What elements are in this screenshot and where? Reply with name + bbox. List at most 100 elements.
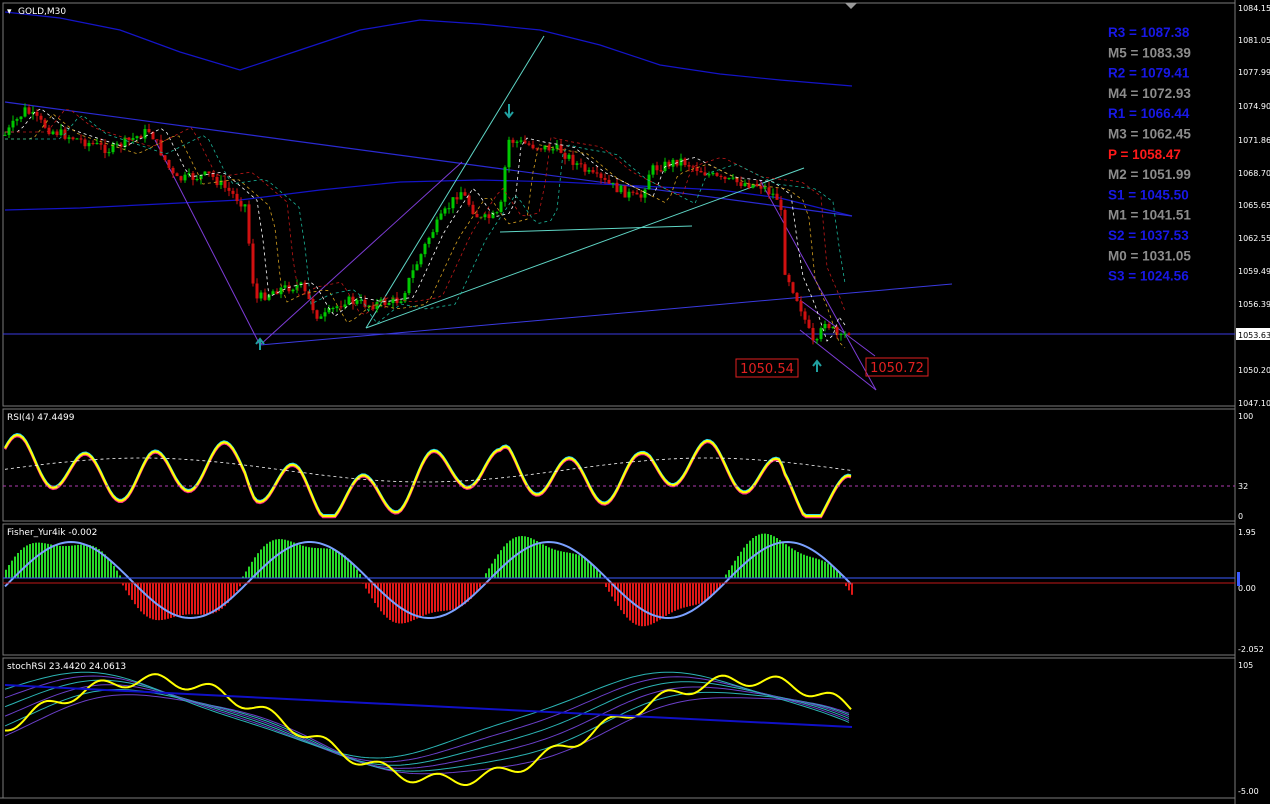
rsi-axis: 100 32 0: [1238, 412, 1253, 521]
fisher-bar: [599, 573, 601, 578]
trendlines[interactable]: [3, 11, 1235, 391]
fisher-bar: [146, 583, 148, 617]
fisher-bar: [551, 548, 553, 578]
fisher-bar: [182, 583, 184, 615]
fisher-value-tag: [1237, 572, 1240, 586]
chart-shift-marker-icon[interactable]: [845, 3, 857, 9]
candle-body: [699, 171, 703, 173]
chart-title-dropdown-icon[interactable]: ▾: [7, 7, 12, 17]
fisher-bar: [791, 548, 793, 578]
svg-text:0.00: 0.00: [1238, 584, 1256, 593]
fisher-bar: [488, 568, 490, 578]
fisher-bar: [437, 583, 439, 612]
fisher-axis: 1.95 0.00 -2.052: [1238, 528, 1264, 654]
candle-body: [15, 119, 19, 121]
fisher-bar: [356, 569, 358, 578]
stochrsi-panel[interactable]: [2, 657, 1236, 799]
candle-body: [91, 142, 95, 144]
candle-body: [223, 180, 227, 188]
candle-body: [563, 152, 567, 159]
candle-body: [475, 213, 479, 218]
candle-body: [731, 177, 735, 179]
candle-body: [515, 141, 519, 143]
fisher-bar: [38, 542, 40, 578]
candle-body: [231, 190, 235, 194]
candle-body: [847, 333, 851, 335]
candle-body: [627, 191, 631, 198]
fisher-bar: [425, 583, 427, 615]
candle-body: [279, 287, 283, 295]
candle-body: [467, 195, 471, 205]
candle-body: [455, 197, 459, 200]
fisher-bar: [572, 553, 574, 578]
svg-text:32: 32: [1238, 482, 1248, 491]
svg-text:1.95: 1.95: [1238, 528, 1256, 537]
candle-body: [123, 137, 127, 147]
fisher-bar: [800, 553, 802, 578]
candle-body: [43, 119, 47, 128]
fisher-bar: [92, 545, 94, 578]
candle-body: [603, 177, 607, 180]
fisher-bar: [557, 550, 559, 578]
candle-body: [323, 312, 327, 317]
candle-body: [251, 243, 255, 284]
fisher-bar: [308, 547, 310, 578]
fisher-bar: [248, 566, 250, 578]
candle-body: [143, 129, 147, 139]
candle-body: [643, 189, 647, 198]
fisher-bar: [647, 583, 649, 626]
candle-body: [459, 192, 463, 200]
candle-body: [571, 154, 575, 165]
fisher-bar: [335, 550, 337, 578]
fisher-bar: [107, 557, 109, 578]
fisher-bar: [758, 534, 760, 578]
zigzag-down-1: [154, 139, 261, 346]
svg-text:1081.05: 1081.05: [1238, 36, 1270, 45]
svg-text:1047.10: 1047.10: [1238, 399, 1270, 408]
candle-body: [135, 136, 139, 139]
candle-body: [783, 209, 787, 275]
fisher-bar: [668, 583, 670, 615]
svg-text:1077.99: 1077.99: [1238, 68, 1270, 77]
fisher-bar: [359, 574, 361, 578]
fisher-bar: [53, 545, 55, 578]
fisher-bar: [284, 539, 286, 578]
fisher-bar: [113, 565, 115, 578]
candle-body: [331, 308, 335, 310]
candle-body: [779, 199, 783, 210]
fisher-bar: [620, 583, 622, 611]
fisher-bar: [755, 535, 757, 578]
rsi-panel[interactable]: [2, 408, 1236, 522]
fisher-bar: [788, 546, 790, 578]
trading-chart[interactable]: 1050.54 1050.72 ▾ GOLD,M30 RSI(4) 47.449…: [0, 0, 1270, 804]
fisher-bar: [785, 544, 787, 578]
fisher-bar: [11, 560, 13, 578]
candle-body: [659, 170, 663, 172]
fisher-bar: [794, 550, 796, 578]
candle-body: [287, 285, 291, 292]
fisher-bar: [605, 583, 607, 588]
fisher-bar: [86, 544, 88, 578]
candle-body: [759, 185, 763, 189]
rsi-title: RSI(4) 47.4499: [7, 413, 75, 423]
fisher-bar: [560, 551, 562, 578]
fisher-bar: [803, 554, 805, 578]
fisher-bar: [737, 556, 739, 578]
price-axis[interactable]: 1084.15 1081.05 1077.99 1074.90 1071.86 …: [1238, 4, 1270, 408]
fisher-bar: [407, 583, 409, 623]
candle-body: [243, 204, 247, 207]
fisher-bar: [701, 583, 703, 603]
candle-body: [819, 328, 823, 340]
fisher-bar: [56, 545, 58, 578]
fisher-bar: [275, 539, 277, 578]
stochrsi-title: stochRSI 23.4420 24.0613: [7, 662, 126, 672]
pivot-label: S3 = 1024.56: [1108, 269, 1189, 284]
fisher-bar: [74, 545, 76, 578]
stochrsi-band-line: [4, 689, 850, 772]
fisher-bar: [368, 583, 370, 594]
price-marker-right: 1050.72: [870, 361, 924, 376]
candle-body: [95, 143, 99, 145]
candle-body: [247, 204, 251, 244]
candle-body: [595, 172, 599, 174]
fisher-bar: [386, 583, 388, 618]
